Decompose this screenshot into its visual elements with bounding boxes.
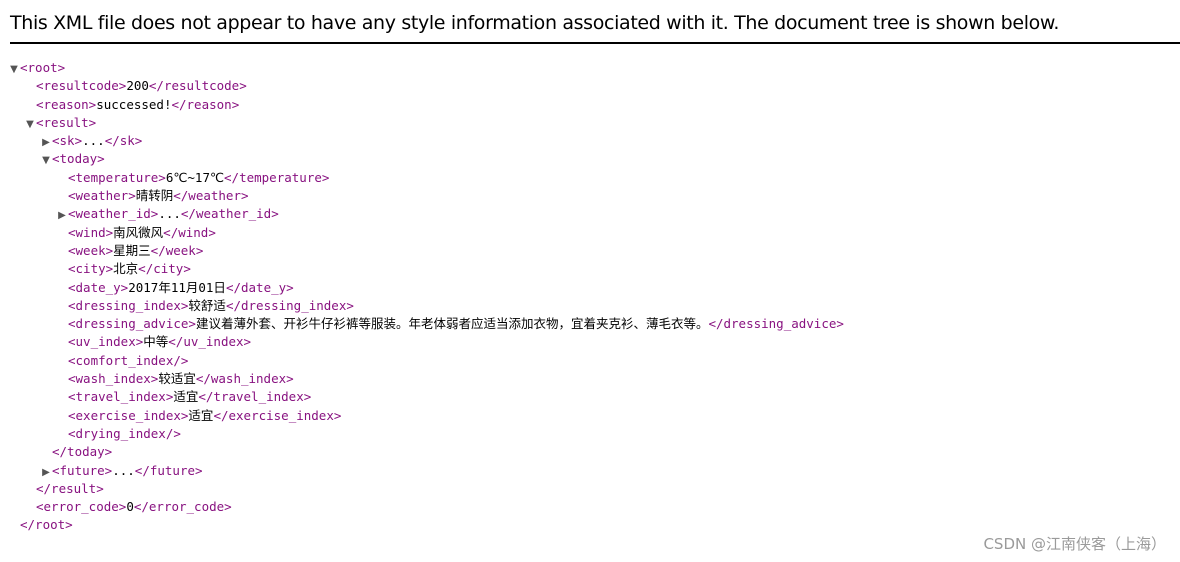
xml-tree-line: ▶ <sk>...</sk>: [8, 132, 844, 150]
xml-text-value: 星期三: [113, 242, 151, 258]
xml-tree-line: <exercise_index>适宜</exercise_index>: [8, 407, 844, 425]
xml-text-value: 较舒适: [188, 297, 226, 313]
xml-text-value: 0: [126, 499, 134, 515]
xml-text-value: 较适宜: [158, 371, 196, 387]
xml-tree-line: <wind>南风微风</wind>: [8, 224, 844, 242]
xml-tree-line: <temperature>6℃~17℃</temperature>: [8, 169, 844, 187]
xml-tree-line: <weather>晴转阴</weather>: [8, 187, 844, 205]
xml-tree-line: </root>: [8, 516, 844, 534]
xml-open-tag: <week>: [68, 242, 114, 258]
xml-close-tag: </weather_id>: [180, 206, 279, 222]
xml-text-value: 2017年11月01日: [128, 279, 226, 295]
xml-text-value: 6℃~17℃: [165, 169, 225, 185]
xml-tree-line: <drying_index/>: [8, 425, 844, 443]
csdn-watermark: CSDN @江南侠客（上海）: [983, 535, 1166, 553]
xml-close-tag: </uv_index>: [168, 334, 252, 350]
xml-open-tag: <reason>: [36, 96, 97, 112]
xml-tree-line: <date_y>2017年11月01日</date_y>: [8, 279, 844, 297]
xml-open-tag: <uv_index>: [68, 334, 144, 350]
no-style-notice-text: This XML file does not appear to have an…: [10, 12, 1060, 34]
xml-tree-line: <week>星期三</week>: [8, 242, 844, 260]
xml-open-tag: <comfort_index/>: [68, 352, 189, 368]
xml-close-tag: </date_y>: [225, 279, 294, 295]
xml-close-tag: </wash_index>: [195, 371, 294, 387]
xml-open-tag: <result>: [36, 114, 97, 130]
xml-open-tag: <drying_index/>: [68, 425, 181, 441]
xml-open-tag: <dressing_advice>: [68, 316, 196, 332]
xml-document-tree: ▼ <root> <resultcode>200</resultcode> <reas…: [8, 59, 844, 535]
xml-open-tag: </result>: [36, 480, 104, 496]
xml-close-tag: </dressing_index>: [225, 297, 354, 313]
xml-tree-line: ▶ <weather_id>...</weather_id>: [8, 205, 844, 223]
xml-text-value: 南风微风: [113, 224, 164, 240]
xml-open-tag: </today>: [52, 444, 113, 460]
xml-close-tag: </exercise_index>: [213, 407, 342, 423]
xml-open-tag: <wash_index>: [68, 371, 159, 387]
xml-tree-line: <reason>successed!</reason>: [8, 96, 844, 114]
xml-tree-line: <travel_index>适宜</travel_index>: [8, 388, 844, 406]
xml-open-tag: <root>: [20, 60, 66, 75]
xml-close-tag: </sk>: [104, 133, 143, 149]
xml-tree-line: <error_code>0</error_code>: [8, 498, 844, 516]
xml-text-value: successed!: [96, 96, 172, 112]
xml-close-tag: </dressing_advice>: [708, 316, 844, 332]
xml-tree-line: <city>北京</city>: [8, 260, 844, 278]
xml-text-value: 200: [126, 78, 149, 94]
xml-open-tag: <resultcode>: [36, 78, 127, 94]
xml-tree-line: ▼ <root>: [8, 59, 844, 77]
xml-open-tag: <travel_index>: [68, 389, 174, 405]
xml-text-value: 北京: [113, 261, 139, 277]
xml-text-value: 适宜: [173, 389, 199, 405]
xml-text-value: 晴转阴: [135, 188, 174, 204]
xml-open-tag: <error_code>: [36, 499, 127, 515]
xml-tree-line: <resultcode>200</resultcode>: [8, 77, 844, 95]
xml-tree-line: <wash_index>较适宜</wash_index>: [8, 370, 844, 388]
xml-open-tag: <wind>: [68, 224, 114, 240]
xml-text-value: 适宜: [188, 407, 214, 423]
xml-open-tag: <weather>: [68, 188, 136, 204]
xml-open-tag: <city>: [68, 261, 114, 277]
xml-viewer-page: { "header": { "notice": "This XML file d…: [0, 0, 1180, 562]
xml-close-tag: </reason>: [171, 96, 240, 112]
xml-tree-line: </today>: [8, 443, 844, 461]
xml-close-tag: </travel_index>: [198, 389, 312, 405]
xml-open-tag: <today>: [52, 151, 105, 167]
xml-close-tag: </week>: [150, 242, 204, 258]
xml-tree-line: ▼ <today>: [8, 150, 844, 168]
xml-close-tag: </resultcode>: [148, 78, 247, 94]
collapsed-ellipsis: ...: [82, 133, 105, 149]
xml-tree-line: <comfort_index/>: [8, 352, 844, 370]
xml-open-tag: <temperature>: [68, 169, 166, 185]
xml-close-tag: </weather>: [173, 188, 249, 204]
xml-tree-line: <dressing_advice>建议着薄外套、开衫牛仔衫裤等服装。年老体弱者应…: [8, 315, 844, 333]
xml-open-tag: <date_y>: [68, 279, 129, 295]
xml-tree-line: ▶ <future>...</future>: [8, 462, 844, 480]
xml-open-tag: <sk>: [52, 133, 83, 149]
collapsed-ellipsis: ...: [158, 206, 181, 222]
xml-close-tag: </future>: [134, 462, 203, 478]
collapsed-ellipsis: ...: [112, 462, 135, 478]
xml-close-tag: </error_code>: [133, 499, 232, 515]
xml-text-value: 中等: [143, 334, 169, 350]
xml-open-tag: <exercise_index>: [68, 407, 189, 423]
xml-close-tag: </wind>: [163, 224, 216, 240]
xml-open-tag: <weather_id>: [68, 206, 159, 222]
xml-tree-line: <uv_index>中等</uv_index>: [8, 333, 844, 351]
xml-close-tag: </temperature>: [224, 169, 330, 185]
xml-text-value: 建议着薄外套、开衫牛仔衫裤等服装。年老体弱者应适当添加衣物，宜着夹克衫、薄毛衣等…: [195, 316, 709, 332]
xml-tree-line: <dressing_index>较舒适</dressing_index>: [8, 297, 844, 315]
xml-open-tag: <future>: [52, 462, 113, 478]
xml-close-tag: </city>: [138, 261, 191, 277]
xml-open-tag: </root>: [20, 517, 73, 533]
xml-tree-line: ▼ <result>: [8, 114, 844, 132]
xml-tree-line: </result>: [8, 480, 844, 498]
xml-open-tag: <dressing_index>: [68, 297, 189, 313]
no-style-notice: This XML file does not appear to have an…: [10, 9, 1180, 44]
